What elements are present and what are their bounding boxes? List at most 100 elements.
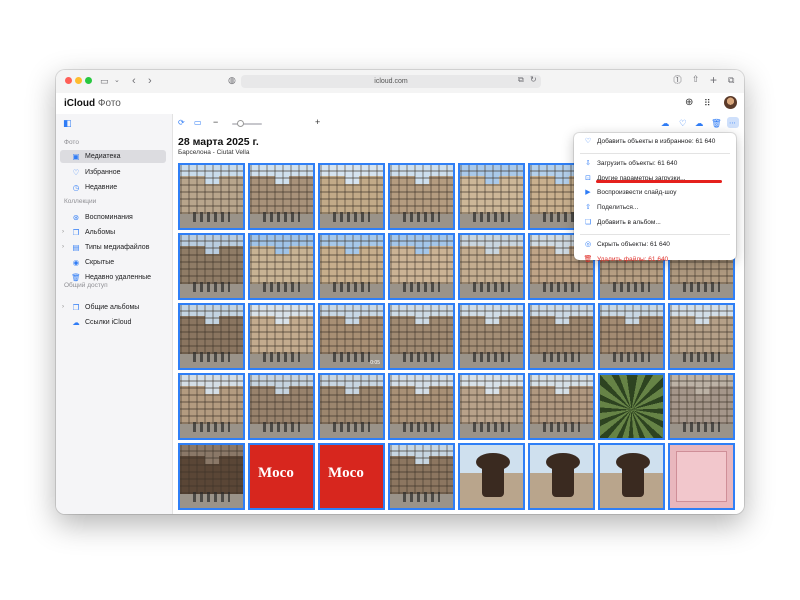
photo-thumbnail[interactable]	[458, 443, 525, 510]
photo-thumbnail[interactable]	[598, 373, 665, 440]
cloud-download-icon[interactable]: ☁	[695, 118, 704, 128]
photo-people	[682, 421, 721, 432]
download-icon[interactable]: ⓵	[673, 76, 682, 85]
browser-toolbar: ▭ ⌄ ‹ › ◍ ◎ ▤ icloud.com ⧉ ↻ ⓵ ⇧ + ⧉	[56, 70, 744, 94]
photo-thumbnail[interactable]	[248, 303, 315, 370]
favorite-heart-icon[interactable]: ♡	[679, 118, 687, 128]
privacy-report-icon[interactable]: ◍	[228, 76, 236, 85]
menu-item[interactable]: ▶ Воспроизвести слайд-шоу	[574, 186, 736, 200]
photo-thumbnail[interactable]: Moco	[248, 443, 315, 510]
photo-people	[262, 351, 301, 362]
zoom-slider-knob[interactable]	[237, 120, 245, 127]
delete-trash-icon[interactable]: 🗑	[711, 118, 722, 128]
sidebar-item-label: Альбомы	[85, 229, 116, 236]
photo-thumbnail[interactable]	[598, 303, 665, 370]
menu-item[interactable]: ⇧ Поделиться...	[574, 201, 736, 215]
sidebar-item[interactable]: ▣ Медиатека	[60, 150, 166, 163]
menu-item[interactable]: ◎ Скрыть объекты: 61 640	[574, 238, 736, 252]
page-title: 28 марта 2025 г.	[178, 136, 259, 148]
photo-thumbnail[interactable]: Moco	[318, 443, 385, 510]
sidebar-item[interactable]: › ▤ Типы медиафайлов	[60, 241, 166, 254]
reload-icon[interactable]: ↻	[530, 76, 537, 84]
menu-item[interactable]: ❏ Добавить в альбом...	[574, 216, 736, 230]
translate-icon[interactable]: ⧉	[518, 76, 524, 84]
back-button[interactable]: ‹	[132, 76, 136, 87]
app-brand[interactable]: iCloud Фото	[64, 98, 121, 109]
sidebar-toggle-icon[interactable]: ▭	[100, 77, 109, 86]
photo-people	[472, 281, 511, 292]
photo-thumbnail[interactable]	[388, 443, 455, 510]
photo-thumbnail[interactable]	[178, 443, 245, 510]
menu-item-label: Добавить в альбом...	[597, 219, 661, 226]
more-icon: ⋯	[729, 120, 736, 127]
view-mode-icon[interactable]: ▭	[194, 118, 202, 128]
sidebar-item[interactable]: ☁ Ссылки iCloud	[60, 316, 166, 329]
sidebar-item[interactable]: › ❐ Альбомы	[60, 226, 166, 239]
photo-thumbnail[interactable]	[248, 373, 315, 440]
photo-thumbnail[interactable]	[248, 233, 315, 300]
photo-thumbnail[interactable]	[668, 443, 735, 510]
photo-thumbnail[interactable]	[388, 303, 455, 370]
menu-item[interactable]: 🗑 Удалить файлы: 61 640	[574, 253, 736, 267]
photo-thumbnail[interactable]	[458, 303, 525, 370]
add-circle-icon[interactable]: ⊕	[685, 97, 693, 109]
minimize-window-button[interactable]	[75, 77, 82, 84]
cloud-upload-icon[interactable]: ☁	[661, 118, 670, 128]
app-grid-icon[interactable]: ⠿	[704, 97, 711, 109]
sidebar-item[interactable]: ◉ Скрытые	[60, 256, 166, 269]
photo-people	[262, 211, 301, 222]
photo-thumbnail[interactable]	[458, 373, 525, 440]
new-tab-icon[interactable]: +	[710, 74, 717, 86]
menu-item-label: Загрузить объекты: 61 640	[597, 159, 678, 167]
photo-thumbnail[interactable]	[528, 443, 595, 510]
sidebar-toggle-icon[interactable]: ◧	[63, 118, 72, 128]
photo-thumbnail[interactable]	[178, 163, 245, 230]
photo-thumbnail[interactable]	[178, 373, 245, 440]
avatar[interactable]	[724, 96, 737, 109]
sidebar-item[interactable]: ♡ Избранное	[60, 166, 166, 179]
photo-thumbnail[interactable]	[598, 443, 665, 510]
photo-thumbnail[interactable]	[458, 163, 525, 230]
chevron-right-icon[interactable]: ›	[62, 226, 64, 239]
sidebar-section-title: Фото	[64, 139, 79, 146]
sidebar-item[interactable]: ◷ Недавние	[60, 181, 166, 194]
photo-thumbnail[interactable]	[388, 233, 455, 300]
photo-thumbnail[interactable]	[178, 303, 245, 370]
chevron-right-icon[interactable]: ›	[62, 241, 64, 254]
zoom-in-button[interactable]: +	[315, 117, 320, 127]
photo-thumbnail[interactable]	[458, 233, 525, 300]
chevron-down-icon[interactable]: ⌄	[114, 77, 120, 84]
photo-thumbnail[interactable]	[528, 373, 595, 440]
tab-overview-icon[interactable]: ⧉	[728, 76, 734, 85]
brand-name: iCloud	[64, 98, 96, 109]
photo-thumbnail[interactable]	[178, 233, 245, 300]
photo-thumbnail[interactable]	[248, 163, 315, 230]
rotate-icon[interactable]: ⟳	[178, 118, 185, 128]
eye-hidden-icon: ◉	[72, 258, 80, 267]
zoom-out-button[interactable]: −	[213, 117, 218, 127]
menu-item[interactable]: ⊡ Другие параметры загрузки...	[574, 172, 736, 186]
address-bar[interactable]: icloud.com	[241, 75, 541, 88]
photo-thumbnail[interactable]	[318, 373, 385, 440]
photo-thumbnail[interactable]	[318, 163, 385, 230]
photo-thumbnail[interactable]	[318, 233, 385, 300]
share-icon[interactable]: ⇧	[692, 75, 700, 84]
close-window-button[interactable]	[65, 77, 72, 84]
chevron-right-icon[interactable]: ›	[62, 301, 64, 314]
maximize-window-button[interactable]	[85, 77, 92, 84]
photo-thumbnail[interactable]: 0:05	[318, 303, 385, 370]
menu-item[interactable]: ⇩ Загрузить объекты: 61 640	[574, 157, 736, 171]
photo-thumbnail[interactable]	[668, 373, 735, 440]
sidebar-item[interactable]: › ❐ Общие альбомы	[60, 301, 166, 314]
photo-people	[472, 351, 511, 362]
photo-thumbnail[interactable]	[668, 303, 735, 370]
menu-item[interactable]: ♡ Добавить объекты в избранное: 61 640	[574, 135, 736, 149]
memories-icon: ⊛	[72, 213, 80, 222]
trash-icon: 🗑	[583, 255, 593, 263]
photo-thumbnail[interactable]	[528, 303, 595, 370]
forward-button[interactable]: ›	[148, 76, 152, 87]
photo-people	[612, 281, 651, 292]
photo-thumbnail[interactable]	[388, 373, 455, 440]
photo-thumbnail[interactable]	[388, 163, 455, 230]
sidebar-item[interactable]: ⊛ Воспоминания	[60, 211, 166, 224]
